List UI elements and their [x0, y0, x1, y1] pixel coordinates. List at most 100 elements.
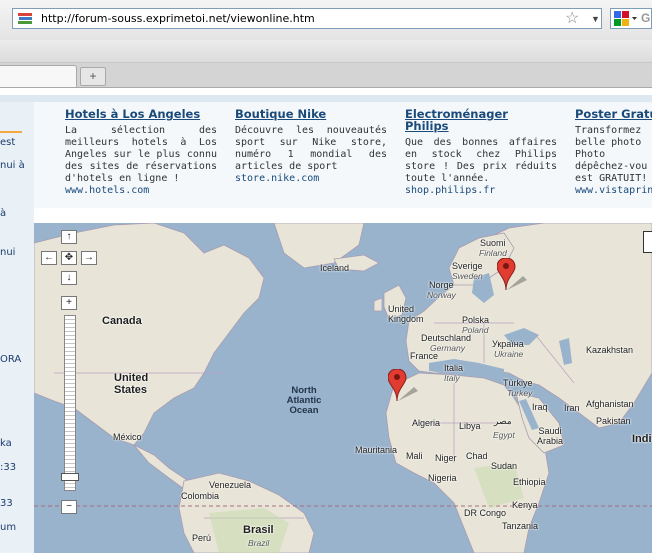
sidebar-item[interactable]: à [0, 208, 6, 219]
map-label: Iceland [320, 263, 350, 273]
map-label: Tanzania [502, 521, 539, 531]
map-label: Indi [632, 433, 652, 445]
map-label: Perú [192, 533, 212, 543]
zoom-slider-thumb[interactable] [61, 473, 79, 481]
pan-up-button[interactable]: ↑ [61, 230, 77, 244]
map-label: Deutschland [421, 333, 472, 343]
map-label: Suomi [480, 238, 506, 248]
map-label: Saudi Arabia [536, 426, 563, 446]
map-label: Polska [462, 315, 490, 325]
books-favicon-icon [18, 13, 32, 24]
search-placeholder-icon: G [641, 11, 651, 25]
sidebar-item[interactable]: ka [0, 438, 12, 449]
google-icon[interactable] [612, 9, 638, 28]
spacer [34, 208, 652, 223]
zoom-in-button[interactable]: + [61, 296, 77, 310]
map-label: Mauritania [355, 445, 398, 455]
ad-title[interactable]: Poster Gratu [575, 108, 652, 120]
map-label: Turkey [507, 388, 533, 398]
pan-down-button[interactable]: ↓ [61, 271, 77, 285]
ad-hotels: Hotels à Los Angeles La sélection des me… [65, 108, 217, 197]
map-label: Norge [429, 280, 454, 290]
url-dropdown-icon[interactable]: ▼ [591, 11, 600, 27]
map-marker-morocco[interactable] [388, 369, 418, 403]
map-label: Mali [406, 451, 423, 461]
tab-active[interactable] [0, 65, 77, 87]
sidebar-item[interactable]: est [0, 137, 15, 148]
map-label: Iran [564, 403, 580, 413]
map-label: Libya [459, 421, 481, 431]
ad-block: Hotels à Los Angeles La sélection des me… [34, 102, 652, 208]
browser-toolbar: http://forum-souss.exprimetoi.net/viewon… [0, 0, 652, 40]
map-label: Sudan [491, 461, 518, 471]
ad-url[interactable]: shop.philips.fr [405, 185, 557, 197]
sidebar-item: :33 [0, 462, 17, 473]
map-label: Chad [466, 451, 488, 461]
map-label: Italia [444, 363, 464, 373]
map-label: Türkiye [503, 378, 533, 388]
ad-description: La sélection des meilleurs hotels à Los … [65, 125, 217, 184]
ad-vistaprint: Poster Gratu Transformez belle photo Pho… [575, 108, 652, 197]
pan-center-button[interactable]: ✥ [61, 251, 77, 265]
map-label: Ukraine [494, 349, 524, 359]
address-bar[interactable]: http://forum-souss.exprimetoi.net/viewon… [12, 8, 602, 29]
ad-url[interactable]: www.hotels.com [65, 185, 217, 197]
url-text[interactable]: http://forum-souss.exprimetoi.net/viewon… [41, 12, 315, 25]
sidebar-item[interactable]: um [0, 522, 16, 533]
ad-description: Découvre les nouveautés sport sur Nike s… [235, 125, 387, 172]
map-label: Norway [427, 290, 456, 300]
map-label: Finland [479, 248, 507, 258]
tab-strip: + [0, 63, 652, 88]
ad-description: Que des bonnes affaires en stock chez Ph… [405, 137, 557, 184]
map-label: México [113, 432, 142, 442]
sidebar-item[interactable]: nui à [0, 160, 30, 172]
sidebar-item: 33 [0, 498, 13, 509]
sidebar-item[interactable]: ORA [0, 354, 21, 365]
map-label: Pakistan [596, 416, 631, 426]
map-label: Afghanistan [586, 399, 634, 409]
map-label: مصر [494, 416, 512, 426]
map-label: Algeria [412, 418, 441, 428]
bookmarks-bar [0, 40, 652, 63]
sidebar-item[interactable]: nui [0, 247, 15, 258]
map-label: United Kingdom [388, 304, 424, 324]
sidebar: est nui à à nui ORA ka :33 33 um [0, 102, 35, 553]
new-tab-button[interactable]: + [80, 67, 106, 86]
ad-nike: Boutique Nike Découvre les nouveautés sp… [235, 108, 387, 185]
header-band [0, 95, 652, 102]
zoom-slider[interactable] [64, 315, 76, 491]
map-label: Kenya [512, 500, 538, 510]
pan-left-button[interactable]: ← [41, 251, 57, 265]
ad-title[interactable]: Electroménager Philips [405, 108, 515, 132]
map-marker-finland[interactable] [497, 258, 527, 292]
ad-url[interactable]: www.vistaprint [575, 185, 652, 197]
map-label: Egypt [493, 430, 515, 440]
ad-url[interactable]: store.nike.com [235, 173, 387, 185]
map-type-control-edge[interactable] [643, 231, 652, 253]
zoom-out-button[interactable]: − [61, 500, 77, 514]
ad-title[interactable]: Hotels à Los Angeles [65, 108, 217, 120]
map-label: Niger [435, 453, 457, 463]
map-label: North Atlantic Ocean [286, 385, 322, 416]
star-icon[interactable]: ☆ [565, 9, 579, 28]
map-label: Italy [444, 373, 460, 383]
ad-description: Transformez belle photo Photo dépêchez-v… [575, 125, 648, 184]
ad-title[interactable]: Boutique Nike [235, 108, 387, 120]
map-label: Kazakhstan [586, 345, 634, 355]
map-label: Україна [492, 339, 524, 349]
sidebar-accent [0, 131, 22, 133]
map-label: Iraq [532, 402, 548, 412]
map-label: Sverige [452, 261, 483, 271]
pan-right-button[interactable]: → [81, 251, 97, 265]
map-label: Canada [102, 315, 142, 327]
ad-philips: Electroménager Philips Que des bonnes af… [405, 108, 557, 197]
map-label: Colombia [181, 491, 220, 501]
map-label: Venezuela [209, 480, 252, 490]
map-label: United States [114, 372, 149, 396]
world-map[interactable]: Canada United States México Iceland Nort… [34, 223, 652, 553]
map-label: Sweden [452, 271, 483, 281]
map-label: France [410, 351, 439, 361]
map-label: Brasil [243, 524, 274, 536]
map-label: Nigeria [428, 473, 457, 483]
search-box[interactable]: G [610, 8, 652, 29]
